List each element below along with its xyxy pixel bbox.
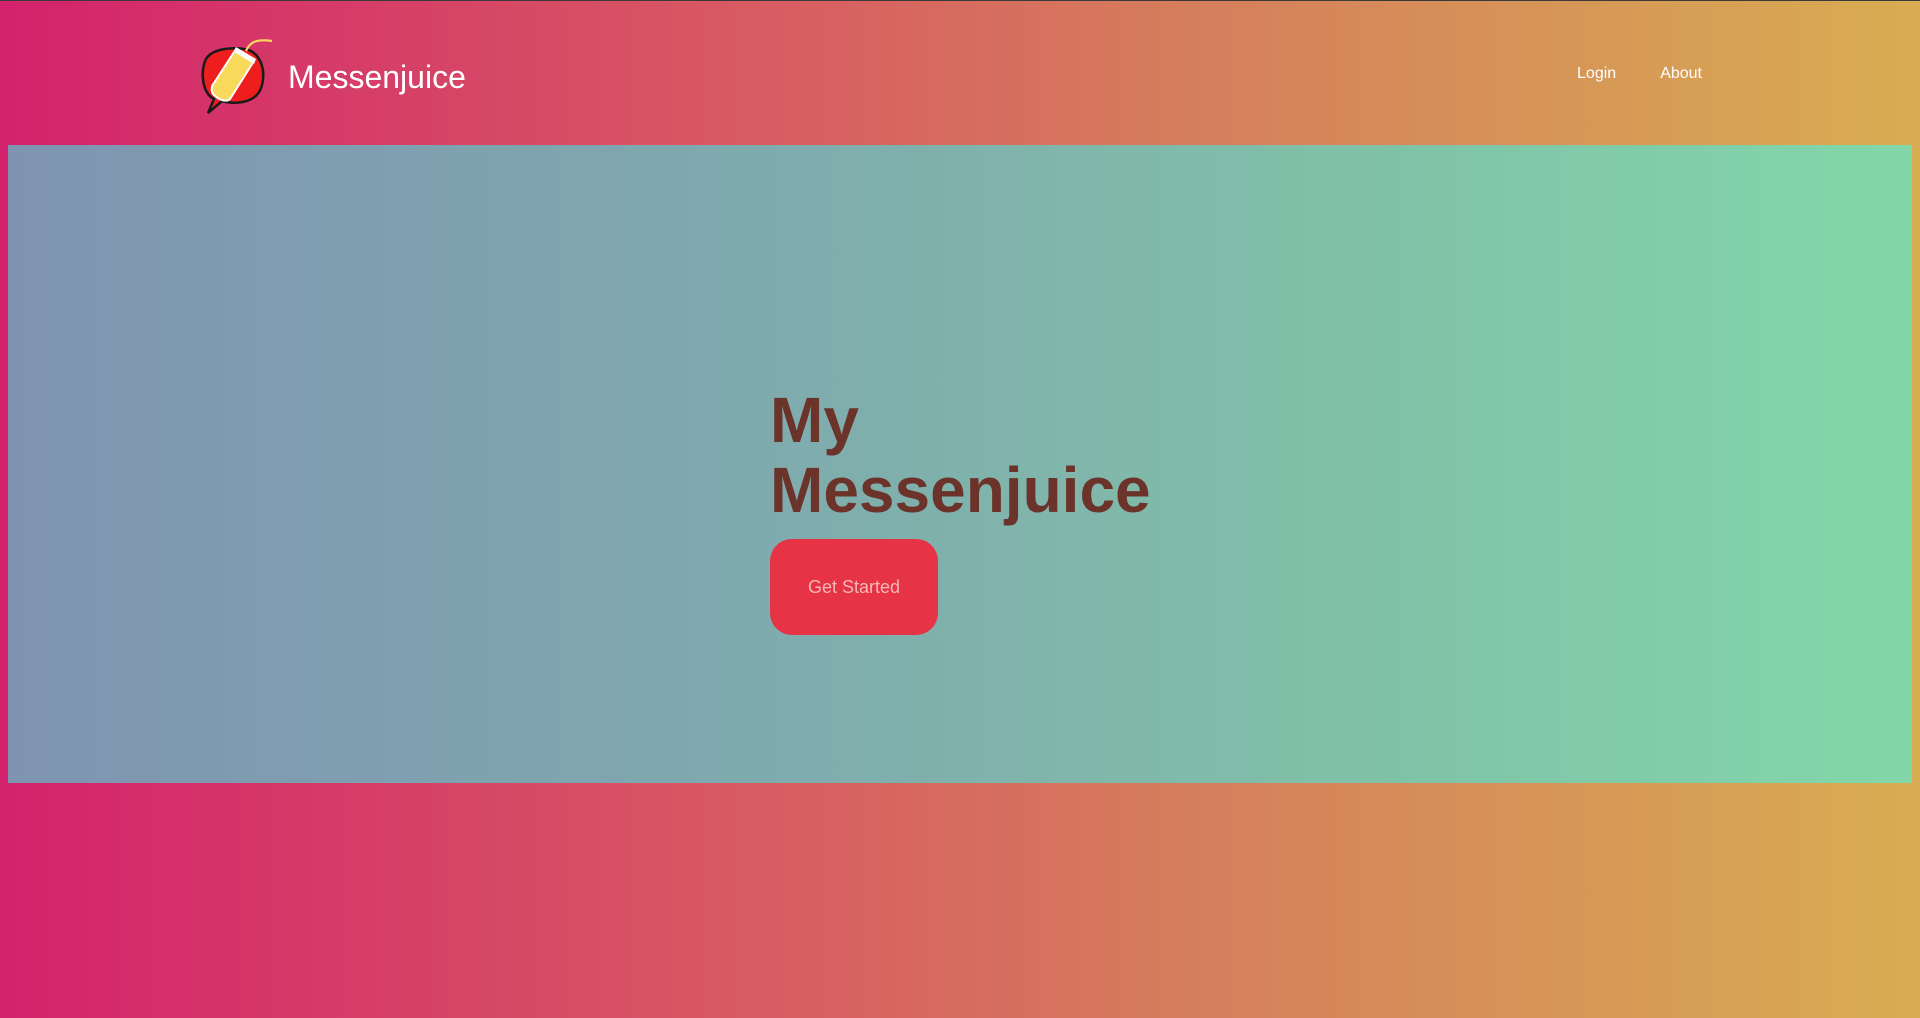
hero-title: My Messenjuice xyxy=(770,385,1151,525)
get-started-button[interactable]: Get Started xyxy=(770,539,938,635)
top-bar: Messenjuice Login About xyxy=(0,1,1920,145)
hero-title-line-1: My xyxy=(770,384,859,456)
juice-cup-speech-bubble-icon xyxy=(201,39,273,114)
hero-title-line-2: Messenjuice xyxy=(770,454,1151,526)
brand-name: Messenjuice xyxy=(288,59,466,95)
login-link[interactable]: Login xyxy=(1577,65,1616,83)
main-nav: Login About xyxy=(1577,65,1702,83)
hero-content: My Messenjuice Get Started xyxy=(770,385,1151,635)
hero-section: My Messenjuice Get Started xyxy=(8,145,1912,783)
brand[interactable]: Messenjuice xyxy=(196,37,466,117)
about-link[interactable]: About xyxy=(1660,65,1702,83)
